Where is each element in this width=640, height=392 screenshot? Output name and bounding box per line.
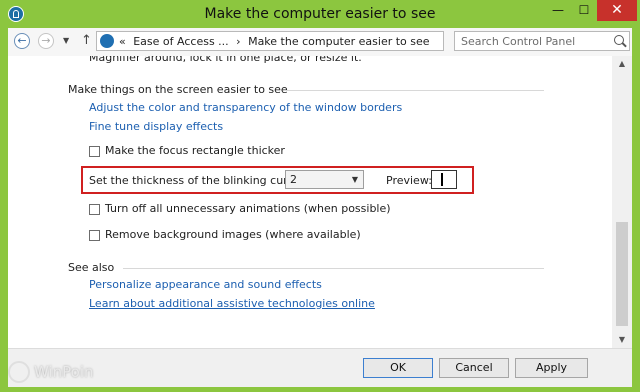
navigation-bar: ← → ▼ ↑ « Ease of Access ... › Make the … [8, 28, 632, 56]
cursor-preview [431, 170, 457, 189]
back-arrow-icon[interactable]: ← [14, 33, 30, 49]
preview-label: Preview: [386, 174, 432, 187]
search-input[interactable]: Search Control Panel [454, 31, 630, 51]
breadcrumb-ease-of-access[interactable]: Ease of Access ... [133, 35, 228, 48]
cursor-thickness-label: Set the thickness of the blinking cursor… [89, 174, 309, 187]
winpoin-logo-icon [8, 361, 30, 383]
animations-label[interactable]: Turn off all unnecessary animations (whe… [105, 202, 391, 215]
search-icon[interactable] [614, 35, 624, 45]
cursor-preview-bar [441, 173, 443, 186]
apply-button[interactable]: Apply [515, 358, 588, 378]
cursor-thickness-value: 2 [290, 173, 297, 186]
content-pane: Magnifier around, lock it in one place, … [8, 56, 612, 348]
chevron-down-icon: ▼ [351, 175, 358, 184]
forward-arrow-icon[interactable]: → [38, 33, 54, 49]
recent-pages-chevron-icon[interactable]: ▼ [63, 36, 69, 45]
control-panel-icon [100, 34, 114, 48]
ok-button[interactable]: OK [363, 358, 433, 378]
search-placeholder: Search Control Panel [461, 35, 576, 48]
up-arrow-icon[interactable]: ↑ [81, 33, 92, 48]
breadcrumb-overflow[interactable]: « [119, 35, 126, 48]
section-heading-screen: Make things on the screen easier to see [68, 83, 288, 96]
section-heading-see-also: See also [68, 261, 115, 274]
focus-rectangle-checkbox[interactable] [89, 146, 100, 157]
vertical-scrollbar[interactable]: ▲ ▼ [612, 56, 632, 348]
cut-off-text: Magnifier around, lock it in one place, … [89, 56, 362, 64]
link-personalize[interactable]: Personalize appearance and sound effects [89, 278, 322, 291]
link-display-effects[interactable]: Fine tune display effects [89, 120, 223, 133]
minimize-button[interactable]: — [545, 0, 571, 21]
breadcrumb-current[interactable]: Make the computer easier to see [248, 35, 429, 48]
breadcrumb-separator: › [236, 35, 241, 48]
maximize-button[interactable]: ☐ [571, 0, 597, 21]
window-title: Make the computer easier to see [204, 6, 436, 22]
breadcrumb: « Ease of Access ... › Make the computer… [119, 35, 434, 48]
background-images-label[interactable]: Remove background images (where availabl… [105, 228, 361, 241]
watermark-text: WinPoin [34, 363, 94, 381]
scrollbar-thumb[interactable] [616, 222, 628, 326]
scroll-up-arrow-icon[interactable]: ▲ [612, 56, 632, 72]
section-divider [284, 90, 544, 91]
window-frame: Make the computer easier to see — ☐ ✕ ← … [0, 0, 640, 392]
title-bar: Make the computer easier to see — ☐ ✕ [0, 0, 640, 28]
link-assistive-technologies[interactable]: Learn about additional assistive technol… [89, 297, 375, 310]
section-divider [123, 268, 544, 269]
scroll-down-arrow-icon[interactable]: ▼ [612, 332, 632, 348]
watermark: WinPoin [4, 360, 136, 386]
cancel-button[interactable]: Cancel [439, 358, 509, 378]
focus-rectangle-label[interactable]: Make the focus rectangle thicker [105, 144, 285, 157]
animations-checkbox[interactable] [89, 204, 100, 215]
link-window-borders[interactable]: Adjust the color and transparency of the… [89, 101, 402, 114]
close-button[interactable]: ✕ [597, 0, 637, 21]
cursor-thickness-dropdown[interactable]: 2 ▼ [285, 170, 364, 189]
address-bar[interactable]: « Ease of Access ... › Make the computer… [96, 31, 529, 51]
background-images-checkbox[interactable] [89, 230, 100, 241]
